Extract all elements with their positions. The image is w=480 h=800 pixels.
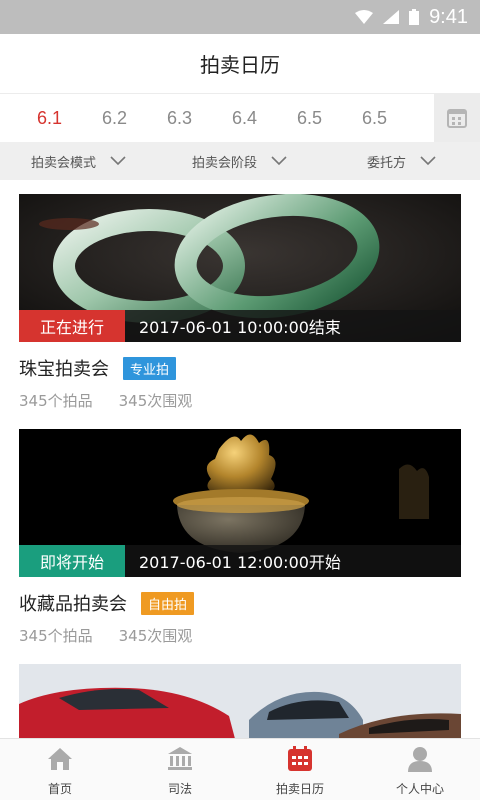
filter-consignor[interactable]: 委托方 [367,152,436,171]
view-count: 345次围观 [118,392,193,410]
tab-label: 司法 [167,782,192,796]
date-tab[interactable]: 6.2 [82,108,147,129]
calendar-grid-icon [447,109,467,128]
date-tab[interactable]: 6.5 [277,108,342,129]
court-icon [168,747,192,770]
date-tab[interactable]: 6.5 [342,108,407,129]
auction-card[interactable]: 正在进行 2017-06-01 10:00:00结束 珠宝拍卖会 专业拍 345… [19,194,461,411]
chevron-down-icon [110,156,126,166]
chevron-down-icon [420,156,436,166]
status-tag-live: 正在进行 [19,310,125,342]
filter-bar: 拍卖会模式 拍卖会阶段 委托方 [0,142,480,180]
filter-label: 委托方 [367,155,407,171]
item-count: 345个拍品 [19,392,93,410]
date-tab[interactable]: 6.4 [212,108,277,129]
date-tab[interactable]: 6.1 [17,108,82,129]
date-selector: 6.16.26.36.46.56.56 [0,94,480,142]
filter-label: 拍卖会模式 [31,155,97,171]
battery-icon [409,9,420,25]
wifi-icon [355,10,374,24]
auction-title: 收藏品拍卖会 [19,594,127,615]
auction-card[interactable]: 即将开始 2017-06-01 12:00:00开始 收藏品拍卖会 自由拍 34… [19,429,461,646]
auction-info-bar: 正在进行 2017-06-01 10:00:00结束 [19,310,461,342]
auction-list: 正在进行 2017-06-01 10:00:00结束 珠宝拍卖会 专业拍 345… [0,180,480,754]
calendar-picker-button[interactable] [434,94,480,142]
item-count: 345个拍品 [19,627,93,645]
signal-icon [383,10,400,24]
app-header: 拍卖日历 [0,34,480,94]
filter-label: 拍卖会阶段 [192,155,258,171]
filter-auction-mode[interactable]: 拍卖会模式 [31,152,126,171]
calendar-icon [288,746,312,771]
view-count: 345次围观 [118,627,193,645]
tab-home[interactable]: 首页 [0,739,120,800]
filter-auction-stage[interactable]: 拍卖会阶段 [192,152,287,171]
auction-type-badge: 专业拍 [123,356,177,380]
status-bar: 9:41 [0,0,480,34]
auction-time: 2017-06-01 12:00:00开始 [139,553,341,572]
auction-time: 2017-06-01 10:00:00结束 [139,318,341,337]
auction-image-jade: 正在进行 2017-06-01 10:00:00结束 [19,194,461,342]
page-title: 拍卖日历 [200,53,280,77]
tab-auction-calendar[interactable]: 拍卖日历 [240,739,360,800]
tab-label: 首页 [47,782,72,796]
auction-info-bar: 即将开始 2017-06-01 12:00:00开始 [19,545,461,577]
clock: 9:41 [429,5,468,28]
tab-label: 个人中心 [395,782,444,796]
auction-type-badge: 自由拍 [141,591,195,615]
tab-profile[interactable]: 个人中心 [360,739,480,800]
user-icon [408,747,432,772]
tab-judicial[interactable]: 司法 [120,739,240,800]
tab-label: 拍卖日历 [275,782,324,796]
auction-title: 珠宝拍卖会 [19,359,109,380]
bottom-tab-bar: 首页 司法 拍卖日历 个人中心 [0,738,480,800]
date-tab[interactable]: 6.3 [147,108,212,129]
home-icon [48,748,72,770]
chevron-down-icon [271,156,287,166]
auction-image-censer: 即将开始 2017-06-01 12:00:00开始 [19,429,461,577]
status-tag-upcoming: 即将开始 [19,545,125,577]
